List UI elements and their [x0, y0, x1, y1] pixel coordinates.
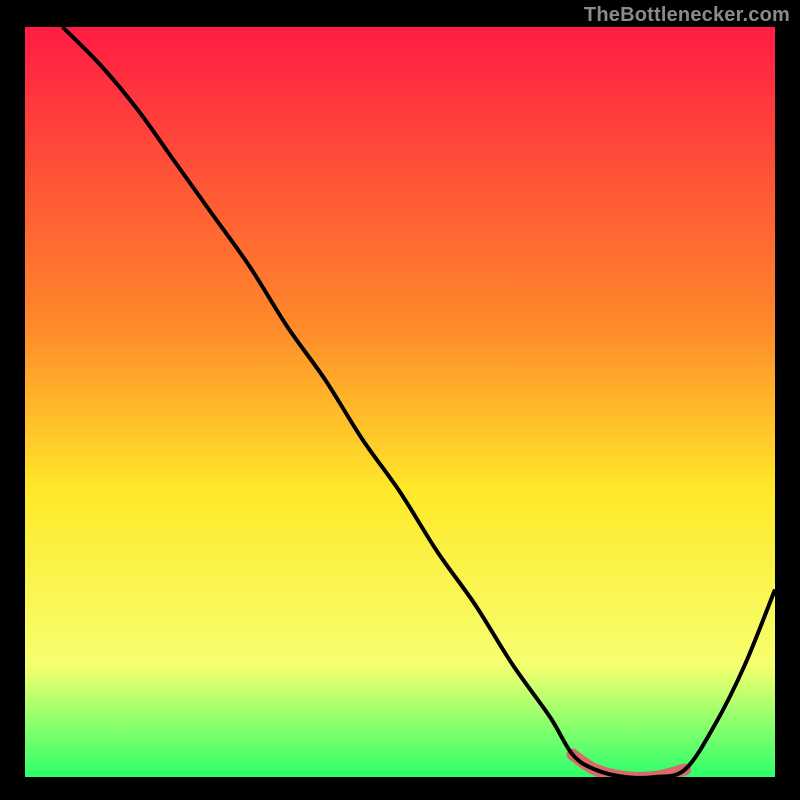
plot-area	[25, 27, 775, 777]
chart-svg	[25, 27, 775, 777]
chart-container: TheBottlenecker.com	[0, 0, 800, 800]
watermark-text: TheBottlenecker.com	[584, 4, 790, 27]
gradient-background	[25, 27, 775, 777]
